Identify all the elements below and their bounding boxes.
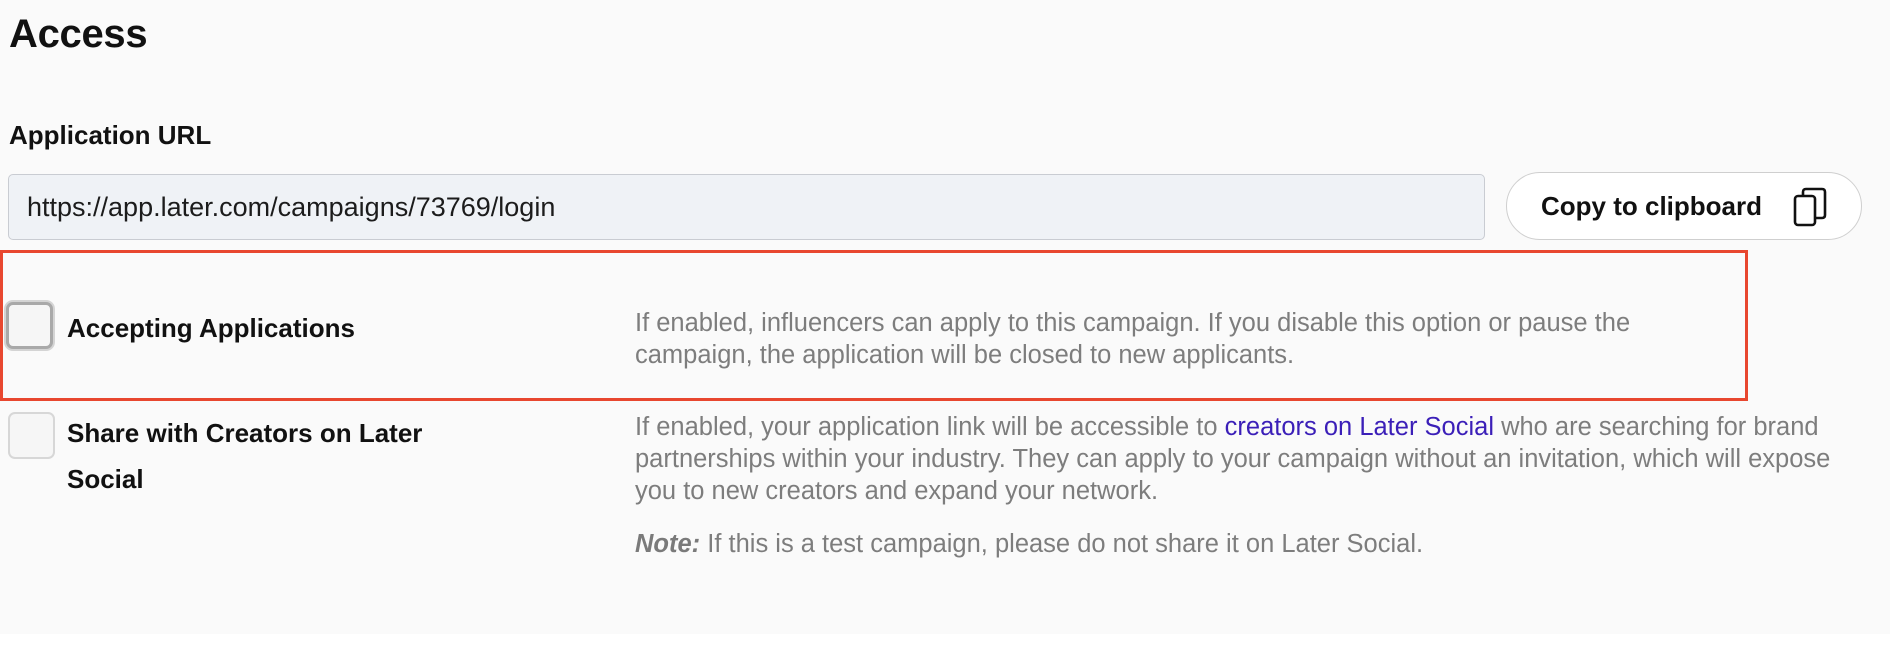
accepting-applications-label: Accepting Applications [67,313,355,343]
copy-button-label: Copy to clipboard [1541,190,1762,221]
share-with-creators-label: Share with Creators on Later Social [67,410,422,502]
note-text: If this is a test campaign, please do no… [700,530,1424,558]
share-with-creators-description: If enabled, your application link will b… [635,411,1870,507]
copy-to-clipboard-button[interactable]: Copy to clipboard [1506,172,1862,240]
application-url-label: Application URL [9,120,212,150]
creators-on-later-social-link[interactable]: creators on Later Social [1225,413,1494,441]
share-description-text-1: If enabled, your application link will b… [635,413,1225,441]
share-with-creators-checkbox[interactable] [8,412,55,459]
application-url-input[interactable] [8,174,1485,240]
share-with-creators-label-line1: Share with Creators on Later [67,418,423,448]
accepting-applications-description: If enabled, influencers can apply to thi… [635,309,1631,369]
accepting-applications-checkbox[interactable] [6,302,53,349]
section-title: Access [9,12,148,56]
note-label: Note: [635,530,701,558]
test-campaign-note: Note: If this is a test campaign, please… [635,528,1870,560]
copy-icon [1793,187,1827,227]
share-with-creators-label-line2: Social [67,464,144,494]
access-settings-panel: Access Application URL Copy to clipboard… [0,0,1890,634]
